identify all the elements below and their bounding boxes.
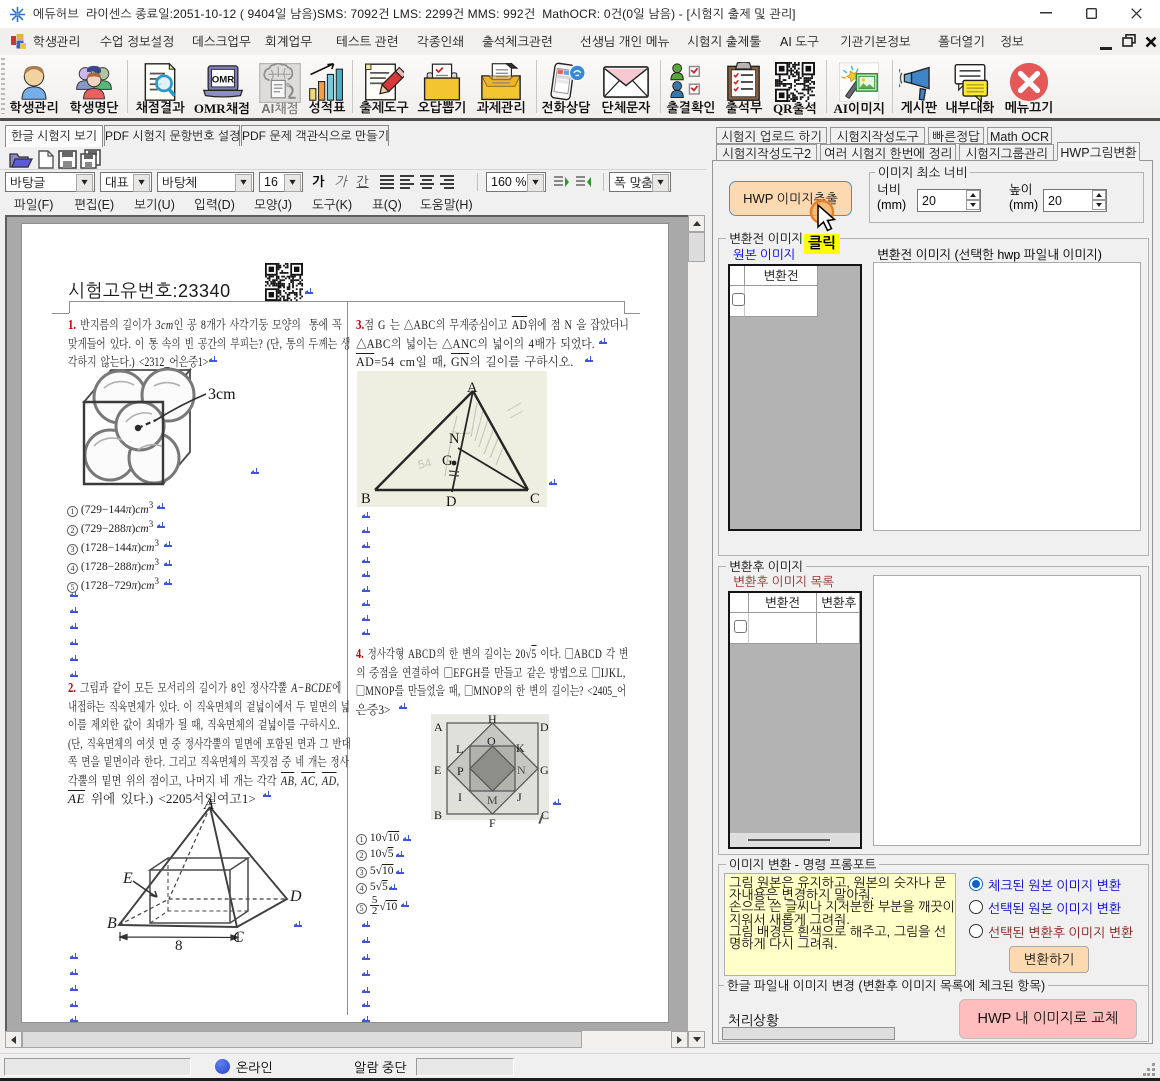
- svg-text:A: A: [467, 380, 478, 396]
- svg-text:K: K: [516, 741, 525, 755]
- svg-text:D: D: [540, 720, 549, 734]
- svg-text:B: B: [107, 915, 117, 932]
- svg-text:N: N: [517, 763, 526, 777]
- svg-text:G: G: [540, 763, 549, 777]
- svg-text:O: O: [487, 734, 496, 748]
- svg-text:B: B: [361, 491, 371, 507]
- svg-text:N: N: [449, 431, 460, 447]
- svg-text:E: E: [122, 870, 133, 887]
- svg-text:OMR: OMR: [212, 75, 234, 86]
- svg-text:P: P: [457, 764, 464, 778]
- svg-text:L: L: [456, 742, 463, 756]
- svg-text:C: C: [233, 929, 244, 946]
- svg-text:C: C: [530, 491, 540, 507]
- svg-text:D: D: [289, 888, 302, 905]
- svg-text:A: A: [203, 796, 214, 813]
- svg-text:3cm: 3cm: [208, 386, 236, 403]
- svg-text:A: A: [434, 720, 443, 734]
- svg-text:H: H: [488, 714, 497, 726]
- svg-text:I: I: [458, 790, 462, 804]
- svg-text:D: D: [446, 494, 456, 507]
- svg-text:B: B: [434, 808, 442, 822]
- svg-text:E: E: [434, 763, 441, 777]
- svg-text:8: 8: [175, 938, 183, 950]
- svg-text:G: G: [442, 453, 453, 469]
- svg-text:F: F: [489, 816, 496, 828]
- svg-text:J: J: [517, 790, 522, 804]
- svg-text:M: M: [487, 793, 498, 807]
